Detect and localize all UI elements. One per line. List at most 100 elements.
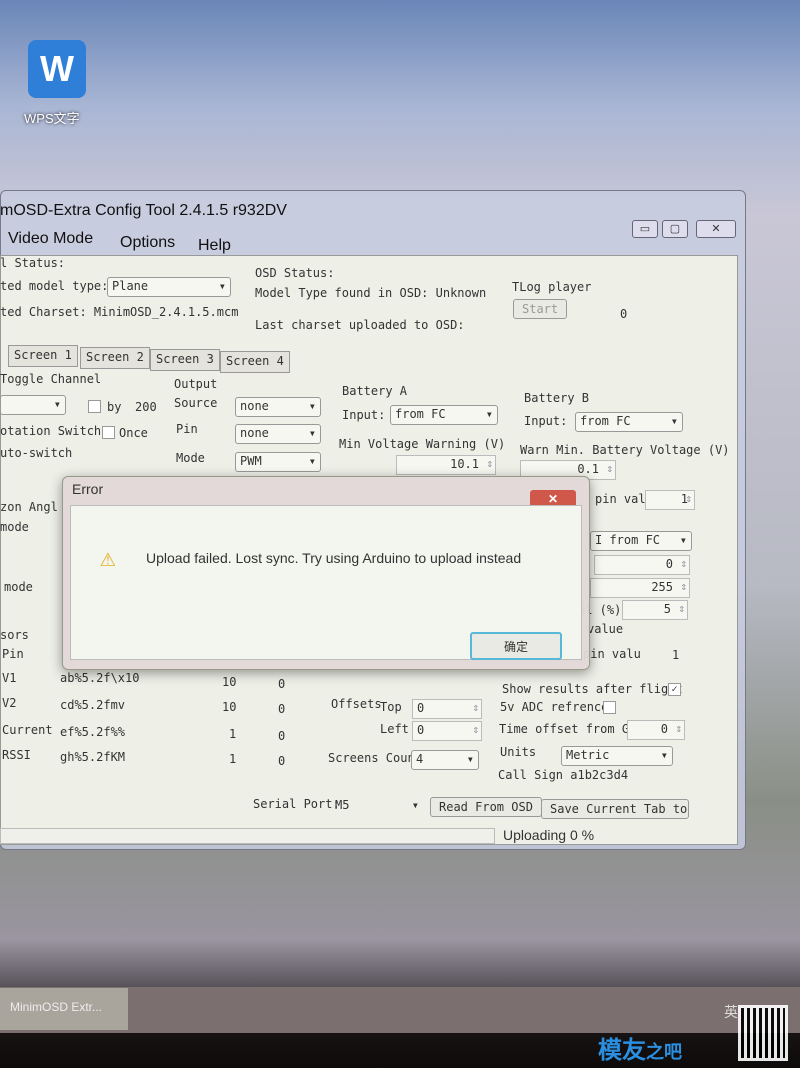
menu-options[interactable]: Options	[120, 234, 175, 252]
rotation-switch-label: otation Switch	[0, 424, 102, 438]
sensor-offset[interactable]: 0	[278, 754, 285, 768]
tab-screen-2[interactable]: Screen 2	[80, 347, 150, 369]
battery-b-header: Battery B	[524, 391, 590, 405]
units-select[interactable]: Metric	[561, 746, 673, 766]
serial-port-select[interactable]: M5	[330, 796, 424, 816]
offsets-label: Offsets	[331, 697, 382, 711]
status-header: l Status:	[0, 256, 66, 270]
battery-a-min-label: Min Voltage Warning (V)	[339, 437, 506, 451]
once-checkbox[interactable]	[102, 426, 115, 439]
sensor-name: V1	[2, 671, 17, 685]
sensor-format[interactable]: ab%5.2f\x10	[60, 671, 139, 685]
horizon-angle-label: zon Angl	[0, 500, 58, 514]
warning-icon: ⚠	[100, 543, 116, 573]
value-label: value	[587, 622, 624, 636]
screens-count-label: Screens Count	[328, 751, 422, 765]
toggle-channel-select[interactable]	[0, 395, 66, 415]
qr-code	[738, 1005, 788, 1061]
sensor-offset[interactable]: 0	[278, 729, 285, 743]
battery-b-input-label: Input:	[524, 414, 568, 428]
battery-a-min-spinner[interactable]: 10.1	[396, 455, 496, 475]
by-label: by	[107, 400, 122, 414]
top-label: Top	[380, 700, 402, 714]
sensor-pin-header: Pin	[2, 647, 24, 661]
taskbar-item-minimosd[interactable]: MinimOSD Extr...	[0, 988, 128, 1030]
sensor-offset[interactable]: 0	[278, 702, 285, 716]
sensor-format[interactable]: ef%5.2f%%	[60, 725, 125, 739]
pin-value-label-1: pin val	[595, 492, 646, 506]
auto-switch-label: uto-switch	[0, 446, 73, 460]
maximize-button[interactable]: ▢	[662, 220, 688, 238]
battery-b-input-select[interactable]: from FC	[575, 412, 683, 432]
by-checkbox[interactable]	[88, 400, 101, 413]
model-type-select[interactable]: Plane	[107, 277, 231, 297]
mode-label-2: mode	[4, 580, 33, 594]
sensor-format[interactable]: cd%5.2fmv	[60, 698, 125, 712]
wps-app-icon[interactable]: W	[28, 40, 86, 98]
show-results-checkbox[interactable]: ✓	[668, 683, 681, 696]
menu-video-mode[interactable]: Video Mode	[8, 230, 93, 248]
screens-count-select[interactable]: 4	[411, 750, 479, 770]
rssi-min-spinner[interactable]: 0	[594, 555, 690, 575]
tlog-header: TLog player	[512, 280, 592, 294]
model-found-text: Model Type found in OSD: Unknown	[255, 286, 487, 300]
minimize-button[interactable]: ▭	[632, 220, 658, 238]
battery-a-header: Battery A	[342, 384, 408, 398]
pin-value-label-2: pin valu	[583, 647, 641, 661]
toggle-channel-header: Toggle Channel	[0, 372, 102, 386]
left-label: Left	[380, 722, 409, 736]
source-label: Source	[174, 396, 218, 410]
pin-value-2: 1	[672, 648, 680, 662]
sensors-header: sors	[0, 628, 29, 642]
sensor-name: V2	[2, 696, 17, 710]
osd-status-header: OSD Status:	[255, 266, 335, 280]
left-offset-spinner[interactable]: 0	[412, 721, 482, 741]
gmt-label: Time offset from GMT	[499, 722, 644, 736]
wps-app-label: WPS文字	[24, 111, 80, 126]
source-select[interactable]: none	[235, 397, 321, 417]
model-type-label: ted model type:	[0, 279, 109, 293]
battery-a-input-select[interactable]: from FC	[390, 405, 498, 425]
sensor-factor[interactable]: 10	[222, 700, 236, 714]
close-button[interactable]: ✕	[696, 220, 736, 238]
sensor-format[interactable]: gh%5.2fKM	[60, 750, 125, 764]
adc-label: 5v ADC refrence	[500, 700, 609, 714]
tlog-value: 0	[620, 307, 628, 321]
rssi-source-select[interactable]: I from FC	[590, 531, 692, 551]
mode-select[interactable]: PWM	[235, 452, 321, 472]
sensor-factor[interactable]: 1	[229, 727, 236, 741]
tlog-start-button[interactable]: Start	[513, 299, 568, 319]
last-charset-text: Last charset uploaded to OSD:	[255, 318, 465, 332]
gmt-spinner[interactable]: 0	[627, 720, 685, 740]
sensor-name: RSSI	[2, 748, 31, 762]
once-label: Once	[119, 426, 148, 440]
tab-screen-1[interactable]: Screen 1	[8, 345, 78, 367]
battery-a-input-label: Input:	[342, 408, 386, 422]
save-current-tab-button[interactable]: Save Current Tab to	[541, 799, 689, 819]
pin-label: Pin	[176, 422, 198, 436]
sensor-offset[interactable]: 0	[278, 677, 285, 691]
serial-port-label: Serial Port:	[253, 797, 340, 811]
watermark-logo: 模友之吧	[598, 1036, 682, 1064]
read-from-osd-button[interactable]: Read From OSD	[430, 797, 542, 817]
sensor-factor[interactable]: 1	[229, 752, 236, 766]
ok-button[interactable]: 确定	[470, 632, 562, 660]
mode-label: Mode	[176, 451, 205, 465]
rssi-max-spinner[interactable]: 255	[590, 578, 690, 598]
by-value: 200	[135, 400, 157, 414]
charset-label: ted Charset: MinimOSD_2.4.1.5.mcm	[0, 305, 239, 319]
pin-select[interactable]: none	[235, 424, 321, 444]
tab-screen-4[interactable]: Screen 4	[220, 351, 290, 373]
top-offset-spinner[interactable]: 0	[412, 699, 482, 719]
ime-indicator[interactable]: 英	[724, 1002, 738, 1022]
show-results-label: Show results after flight	[502, 682, 683, 696]
adc-checkbox[interactable]	[603, 701, 616, 714]
menu-help[interactable]: Help	[198, 237, 231, 255]
level-spinner[interactable]: 5	[622, 600, 688, 620]
pin-value-field-1[interactable]: 1	[645, 490, 695, 510]
tab-screen-3[interactable]: Screen 3	[150, 349, 220, 371]
sensor-factor[interactable]: 10	[222, 675, 236, 689]
window-title: mOSD-Extra Config Tool 2.4.1.5 r932DV	[0, 202, 287, 219]
call-sign: Call Sign a1b2c3d4	[498, 768, 629, 782]
output-header: Output	[174, 377, 218, 391]
